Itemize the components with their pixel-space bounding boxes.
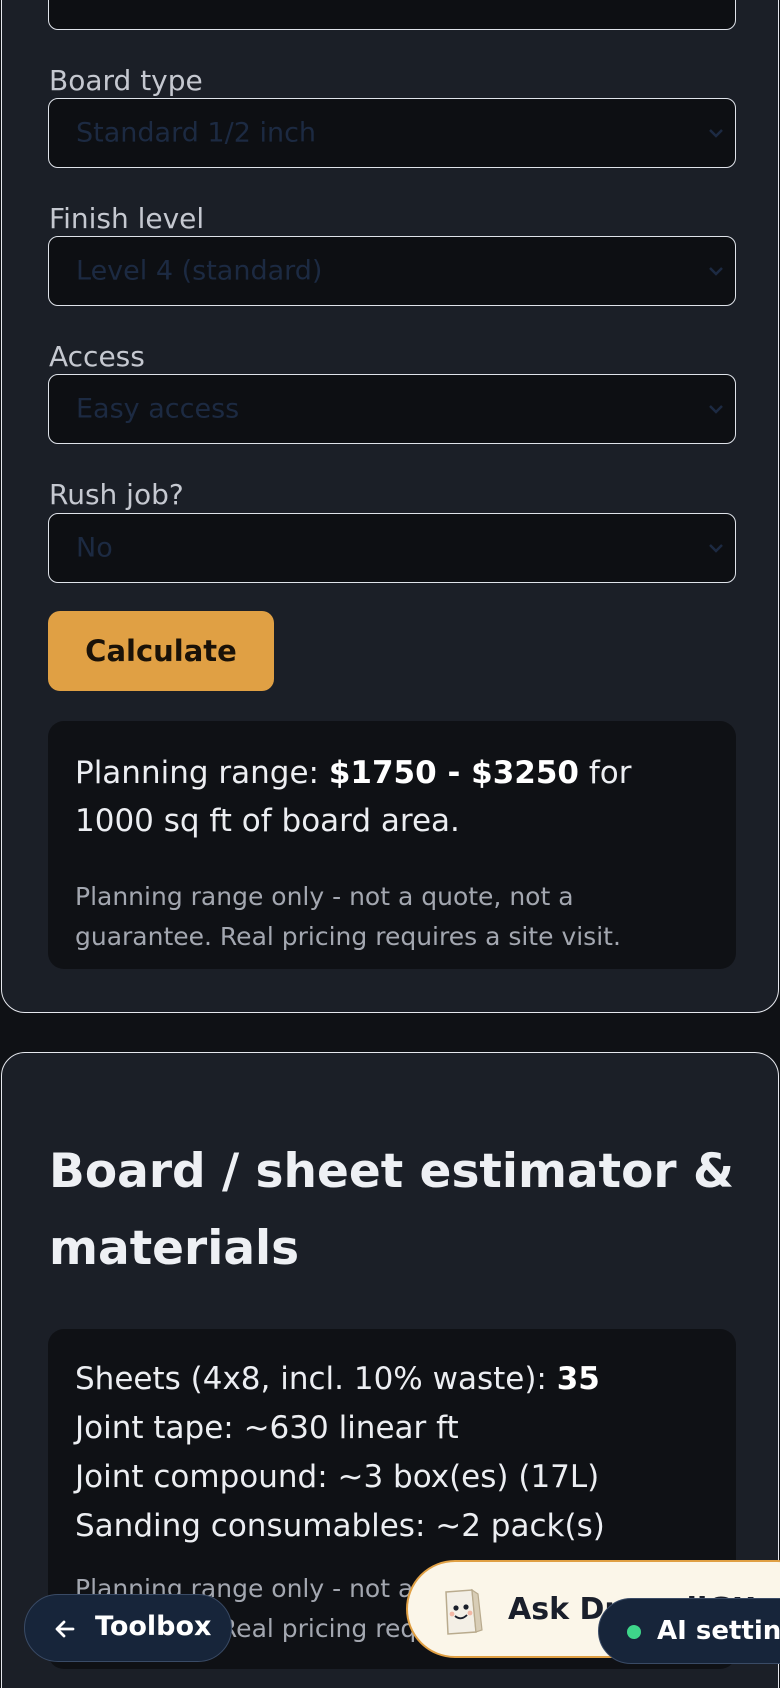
chevron-down-icon — [709, 405, 723, 414]
planning-range-value: $1750 - $3250 — [328, 755, 579, 791]
estimate-result-box: Planning range: $1750 - $3250 for 1000 s… — [48, 721, 736, 969]
chevron-down-icon — [709, 544, 723, 553]
ai-settings-label: AI settings — [657, 1616, 780, 1646]
arrow-left-icon — [55, 1620, 75, 1638]
drywall-sheet-mascot-icon — [445, 1588, 483, 1635]
joint-compound-line: Joint compound: ~3 box(es) (17L) — [75, 1459, 600, 1495]
estimate-card: Board type Standard 1/2 inch Finish leve… — [1, 0, 779, 1013]
rush-job-label: Rush job? — [49, 478, 184, 511]
estimate-disclaimer: Planning range only - not a quote, not a… — [75, 882, 621, 951]
page: Board type Standard 1/2 inch Finish leve… — [0, 0, 780, 1688]
rush-job-select[interactable]: No — [48, 513, 736, 583]
board-type-label: Board type — [49, 64, 203, 97]
access-select[interactable]: Easy access — [48, 374, 736, 444]
chevron-down-icon — [709, 129, 723, 138]
materials-title: Board / sheet estimator & materials — [49, 1144, 734, 1276]
calculate-button[interactable]: Calculate — [48, 611, 274, 691]
ai-settings-button[interactable]: AI settings — [598, 1598, 780, 1664]
toolbox-button[interactable]: Toolbox — [24, 1594, 232, 1662]
finish-level-label: Finish level — [49, 202, 205, 235]
board-type-select[interactable]: Standard 1/2 inch — [48, 98, 736, 168]
materials-list: Sheets (4x8, incl. 10% waste): 35 Joint … — [75, 1355, 715, 1551]
toolbox-label: Toolbox — [95, 1611, 212, 1642]
access-label: Access — [49, 340, 145, 373]
sheets-line: Sheets (4x8, incl. 10% waste): 35 — [75, 1355, 715, 1404]
access-value: Easy access — [76, 393, 240, 425]
finish-level-value: Level 4 (standard) — [76, 255, 323, 287]
previous-input-field[interactable] — [48, 0, 736, 30]
ai-status-dot — [627, 1625, 641, 1639]
sheets-value: 35 — [556, 1361, 600, 1397]
sheets-label: Sheets (4x8, incl. 10% waste): — [75, 1361, 557, 1397]
sanding-consumables-line: Sanding consumables: ~2 pack(s) — [75, 1508, 605, 1544]
planning-range-prefix: Planning range: — [75, 755, 329, 791]
planning-range-text: Planning range: $1750 - $3250 for 1000 s… — [75, 749, 715, 845]
chevron-down-icon — [709, 267, 723, 276]
joint-tape-line: Joint tape: ~630 linear ft — [75, 1410, 459, 1446]
board-type-value: Standard 1/2 inch — [76, 117, 317, 149]
rush-job-value: No — [76, 532, 113, 564]
finish-level-select[interactable]: Level 4 (standard) — [48, 236, 736, 306]
